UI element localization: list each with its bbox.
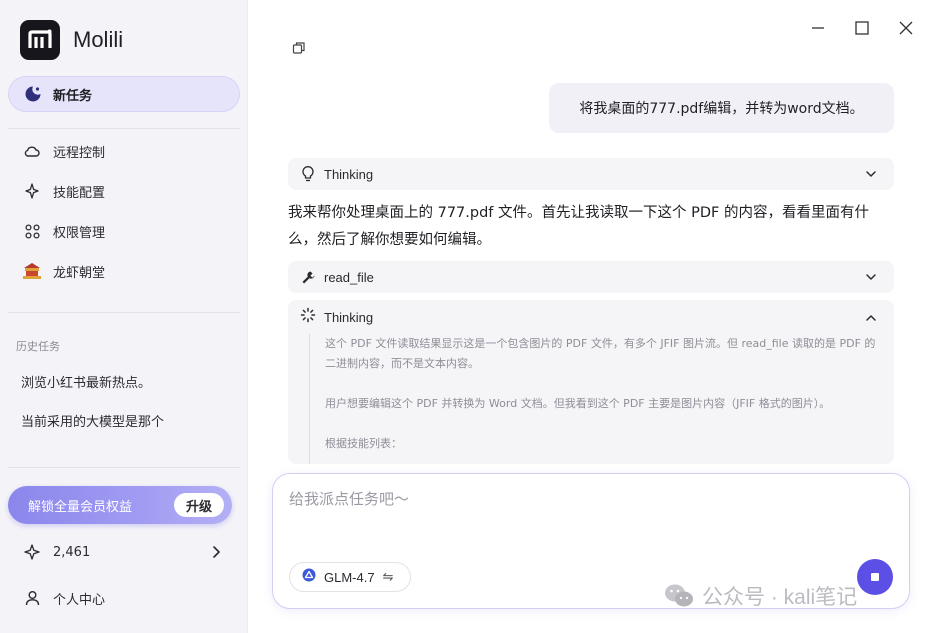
stop-button[interactable] xyxy=(857,559,893,595)
maximize-icon xyxy=(855,21,869,35)
model-logo-icon xyxy=(302,568,316,586)
wrench-icon xyxy=(300,269,316,285)
sparkle-icon xyxy=(20,540,44,564)
thinking-label: Thinking xyxy=(324,166,374,182)
assistant-answer: 我来帮你处理桌面上的 777.pdf 文件。首先让我读取一下这个 PDF 的内容… xyxy=(288,205,869,248)
chevron-down-icon xyxy=(864,167,878,181)
apps-grid-icon xyxy=(20,219,44,243)
user-message-bubble: 将我桌面的777.pdf编辑，并转为word文档。 xyxy=(549,83,894,133)
minimize-button[interactable] xyxy=(804,14,832,42)
molili-logo-icon xyxy=(20,20,60,60)
thinking-paragraph: 用户想要编辑这个 PDF 并转换为 Word 文档。但我看到这个 PDF 主要是… xyxy=(325,397,831,410)
tool-label: read_file xyxy=(324,269,374,285)
moon-chat-icon xyxy=(23,84,43,104)
stop-icon xyxy=(871,573,879,581)
copy-icon[interactable] xyxy=(292,40,306,54)
profile-center[interactable]: 个人中心 xyxy=(20,586,105,610)
membership-upgrade-banner[interactable]: 解锁全量会员权益 升级 xyxy=(8,486,232,524)
minimize-icon xyxy=(812,27,824,29)
thinking-content: 这个 PDF 文件读取结果显示这是一个包含图片的 PDF 文件，有多个 JFIF… xyxy=(309,334,879,464)
sidebar-item-skill-config[interactable]: 技能配置 xyxy=(20,179,105,203)
history-item[interactable]: 浏览小红书最新热点。 xyxy=(21,372,151,391)
thinking-collapse[interactable]: Thinking xyxy=(288,158,894,190)
credits-row[interactable]: 2,461 xyxy=(20,540,224,564)
switch-icon: ⇋ xyxy=(382,569,394,585)
model-name: GLM-4.7 xyxy=(324,569,375,585)
watermark: 公众号 · kali笔记 xyxy=(664,582,857,610)
new-task-button[interactable]: 新任务 xyxy=(8,76,240,112)
history-section-title: 历史任务 xyxy=(16,340,60,353)
close-icon xyxy=(899,21,913,35)
chevron-up-icon[interactable] xyxy=(864,310,878,324)
tool-call-read-file[interactable]: read_file xyxy=(288,261,894,293)
history-item[interactable]: 当前采用的大模型是那个 xyxy=(21,411,164,430)
brand: Molili xyxy=(20,20,123,60)
loading-spinner-icon xyxy=(300,307,316,327)
chevron-down-icon xyxy=(864,270,878,284)
sparkle-icon xyxy=(20,179,44,203)
thinking-label: Thinking xyxy=(324,309,374,325)
user-icon xyxy=(20,586,44,610)
wechat-icon xyxy=(665,584,693,607)
thinking-paragraph: 这个 PDF 文件读取结果显示这是一个包含图片的 PDF 文件，有多个 JFIF… xyxy=(325,337,876,370)
close-button[interactable] xyxy=(892,14,920,42)
thinking-paragraph: 根据技能列表： xyxy=(325,437,402,450)
sidebar-item-lobster-court[interactable]: 龙虾朝堂 xyxy=(20,259,105,283)
divider xyxy=(8,467,240,468)
brand-name: Molili xyxy=(73,27,124,52)
upgrade-banner-label: 解锁全量会员权益 xyxy=(28,499,133,515)
sidebar-item-remote-control[interactable]: 远程控制 xyxy=(20,139,105,163)
model-selector[interactable]: GLM-4.7 ⇋ xyxy=(289,562,411,592)
maximize-button[interactable] xyxy=(848,14,876,42)
chevron-right-icon xyxy=(208,544,224,564)
lobster-court-icon xyxy=(20,259,44,283)
divider xyxy=(8,128,240,129)
upgrade-button[interactable]: 升级 xyxy=(174,493,224,517)
watermark-text: 公众号 · kali笔记 xyxy=(702,586,858,609)
thinking-header[interactable]: Thinking xyxy=(300,307,374,327)
task-input[interactable] xyxy=(289,490,849,508)
thinking-expanded-panel: Thinking 这个 PDF 文件读取结果显示这是一个包含图片的 PDF 文件… xyxy=(288,300,894,464)
divider xyxy=(8,312,240,313)
cloud-icon xyxy=(20,139,44,163)
lightbulb-icon xyxy=(300,166,316,182)
sidebar: Molili 新任务 远程控制 技能配置 权限管理 龙虾朝堂 历史任务 浏览小红… xyxy=(0,0,248,633)
credits-value: 2,461 xyxy=(53,544,91,560)
new-task-label: 新任务 xyxy=(53,88,93,104)
sidebar-item-permission[interactable]: 权限管理 xyxy=(20,219,105,243)
